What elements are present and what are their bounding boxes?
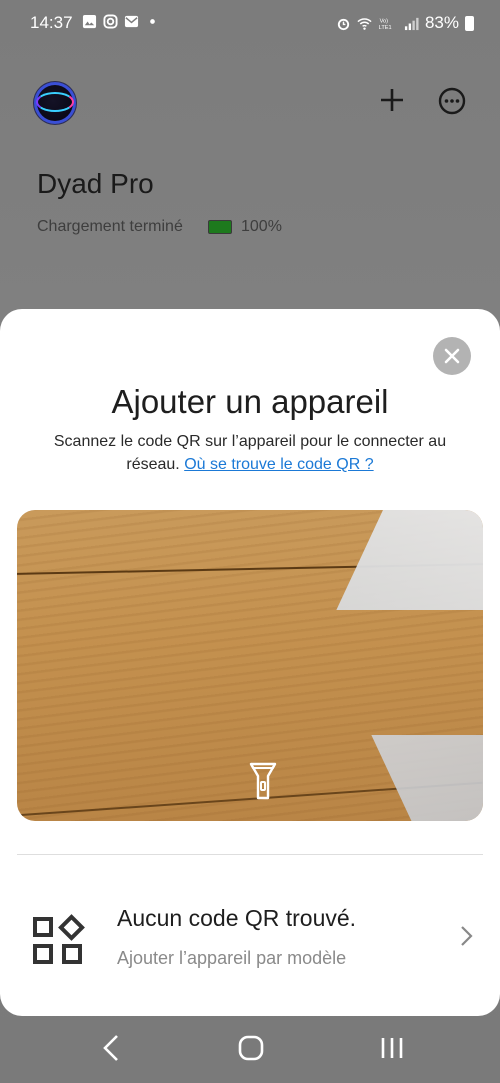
qr-row-subtitle: Ajouter l’appareil par modèle [117,948,347,968]
battery-level-icon [208,220,232,234]
mail-icon [124,15,139,28]
signal-icon [404,17,419,30]
more-options-icon[interactable] [438,87,466,115]
qr-help-link[interactable]: Où se trouve le code QR ? [184,456,373,473]
wifi-icon [357,17,372,30]
divider [17,854,483,855]
status-bar: 14:37 Vo) LTE1 83% [0,0,500,46]
paper-object [336,510,483,610]
alarm-icon [337,18,350,30]
battery-level: 100% [241,218,282,235]
device-avatar[interactable] [34,82,76,124]
instagram-icon [103,14,118,29]
recents-icon[interactable] [378,1036,406,1060]
charge-status: Chargement terminé [37,218,183,235]
notification-icons [82,14,160,29]
flashlight-icon[interactable] [247,760,279,802]
camera-preview [17,510,483,821]
device-name: Dyad Pro [37,168,154,199]
add-icon[interactable] [378,86,406,114]
back-icon[interactable] [98,1033,124,1063]
battery-percent: 83% [424,13,459,32]
sheet-description: Scannez le code QR sur l’appareil pour l… [40,430,460,476]
close-icon [444,348,460,364]
qr-scan-icon [33,914,85,964]
svg-text:LTE1: LTE1 [379,25,392,31]
battery-icon [465,15,474,31]
home-icon[interactable] [238,1035,264,1061]
system-icons: Vo) LTE1 83% [336,13,474,33]
status-time: 14:37 [30,13,73,32]
qr-row-title: Aucun code QR trouvé. [117,905,357,931]
close-button[interactable] [433,337,471,375]
svg-text:Vo): Vo) [380,18,389,24]
dot-icon [150,19,155,24]
chevron-right-icon [461,926,473,946]
sheet-title: Ajouter un appareil [111,383,389,420]
volte-icon: Vo)LTE1 [379,18,392,31]
plastic-object [371,735,483,821]
gallery-icon [82,14,97,29]
